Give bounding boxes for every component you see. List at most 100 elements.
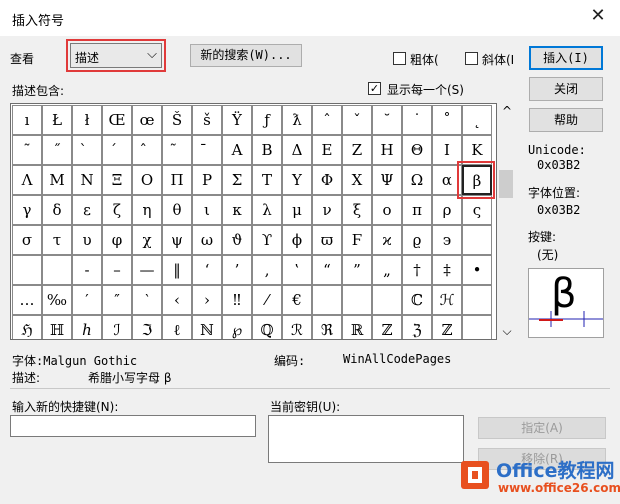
symbol-cell[interactable]: ϶: [432, 225, 462, 255]
symbol-cell[interactable]: Ο: [132, 165, 162, 195]
italic-checkbox[interactable]: [465, 52, 478, 65]
symbol-cell[interactable]: [42, 255, 72, 285]
symbol-cell[interactable]: Œ: [102, 105, 132, 135]
insert-button[interactable]: 插入(I): [529, 46, 603, 70]
show-each-checkbox[interactable]: ✓: [368, 82, 381, 95]
symbol-cell[interactable]: ›: [192, 285, 222, 315]
symbol-cell[interactable]: œ: [132, 105, 162, 135]
symbol-cell[interactable]: ́: [102, 135, 132, 165]
symbol-cell[interactable]: σ: [12, 225, 42, 255]
symbol-cell[interactable]: Ν: [72, 165, 102, 195]
symbol-cell[interactable]: ‵: [132, 285, 162, 315]
symbol-cell[interactable]: ℤ: [432, 315, 462, 339]
symbol-cell[interactable]: ℝ: [342, 315, 372, 339]
symbol-cell[interactable]: ξ: [342, 195, 372, 225]
symbol-cell[interactable]: ν: [312, 195, 342, 225]
symbol-cell[interactable]: Ϝ: [342, 225, 372, 255]
symbol-cell[interactable]: Ψ: [372, 165, 402, 195]
symbol-cell[interactable]: Ξ: [102, 165, 132, 195]
symbol-cell[interactable]: [12, 255, 42, 285]
symbol-cell[interactable]: ℎ: [72, 315, 102, 339]
symbol-cell[interactable]: ƛ: [282, 105, 312, 135]
symbol-cell[interactable]: ℂ: [402, 285, 432, 315]
symbol-cell[interactable]: π: [402, 195, 432, 225]
symbol-cell[interactable]: ϱ: [402, 225, 432, 255]
symbol-cell[interactable]: •: [462, 255, 492, 285]
symbol-cell[interactable]: υ: [72, 225, 102, 255]
symbol-cell[interactable]: ϕ: [282, 225, 312, 255]
symbol-cell[interactable]: ̂: [132, 135, 162, 165]
symbol-cell[interactable]: ϑ: [222, 225, 252, 255]
symbol-cell[interactable]: —: [132, 255, 162, 285]
symbol-cell[interactable]: δ: [42, 195, 72, 225]
symbol-cell[interactable]: ℚ: [252, 315, 282, 339]
symbol-cell[interactable]: [372, 285, 402, 315]
symbol-cell[interactable]: ℍ: [42, 315, 72, 339]
bold-checkbox[interactable]: [393, 52, 406, 65]
scroll-down-icon[interactable]: ⌵: [500, 324, 514, 339]
symbol-cell[interactable]: Τ: [252, 165, 282, 195]
symbol-cell[interactable]: ℕ: [192, 315, 222, 339]
symbol-cell[interactable]: ς: [462, 195, 492, 225]
symbol-cell[interactable]: Ÿ: [222, 105, 252, 135]
symbol-cell[interactable]: ω: [192, 225, 222, 255]
symbol-cell[interactable]: ℑ: [132, 315, 162, 339]
symbol-cell[interactable]: †: [402, 255, 432, 285]
symbol-cell[interactable]: Β: [252, 135, 282, 165]
scrollbar-thumb[interactable]: [499, 170, 513, 198]
scroll-up-icon[interactable]: ^: [500, 104, 514, 118]
symbol-cell[interactable]: Υ: [282, 165, 312, 195]
symbol-cell[interactable]: [312, 285, 342, 315]
symbol-cell[interactable]: š: [192, 105, 222, 135]
symbol-cell[interactable]: ̀: [72, 135, 102, 165]
symbol-cell[interactable]: ”: [342, 255, 372, 285]
symbol-cell[interactable]: γ: [12, 195, 42, 225]
symbol-cell[interactable]: ‰: [42, 285, 72, 315]
symbol-cell[interactable]: ℘: [222, 315, 252, 339]
symbol-cell[interactable]: θ: [162, 195, 192, 225]
close-button[interactable]: 关闭: [529, 77, 603, 101]
symbol-cell[interactable]: [462, 285, 492, 315]
symbol-cell[interactable]: ℋ: [432, 285, 462, 315]
symbol-cell[interactable]: ˆ: [312, 105, 342, 135]
symbol-cell[interactable]: ‡: [432, 255, 462, 285]
symbol-cell[interactable]: η: [132, 195, 162, 225]
symbol-cell[interactable]: ℜ: [312, 315, 342, 339]
symbol-cell[interactable]: ℌ: [12, 315, 42, 339]
symbol-cell[interactable]: ℨ: [402, 315, 432, 339]
symbol-cell[interactable]: ℓ: [162, 315, 192, 339]
new-shortcut-input[interactable]: [10, 415, 256, 437]
symbol-cell[interactable]: ̄: [192, 135, 222, 165]
assign-button[interactable]: 指定(A): [478, 417, 606, 439]
symbol-cell[interactable]: ℤ: [372, 315, 402, 339]
symbol-cell[interactable]: [462, 225, 492, 255]
symbol-cell[interactable]: [342, 285, 372, 315]
symbol-cell[interactable]: ψ: [162, 225, 192, 255]
symbol-cell[interactable]: Μ: [42, 165, 72, 195]
symbol-cell[interactable]: φ: [102, 225, 132, 255]
symbol-cell[interactable]: ˛: [462, 105, 492, 135]
symbol-cell[interactable]: ı: [12, 105, 42, 135]
symbol-cell[interactable]: Σ: [222, 165, 252, 195]
symbol-cell[interactable]: “: [312, 255, 342, 285]
symbol-cell[interactable]: ‘: [192, 255, 222, 285]
symbol-cell[interactable]: Ω: [402, 165, 432, 195]
symbol-cell[interactable]: ‚: [252, 255, 282, 285]
symbol-cell[interactable]: Š: [162, 105, 192, 135]
symbol-cell[interactable]: ˜: [12, 135, 42, 165]
symbol-cell[interactable]: ł: [72, 105, 102, 135]
symbol-cell[interactable]: ˙: [402, 105, 432, 135]
close-icon[interactable]: ✕: [588, 6, 608, 26]
symbol-cell[interactable]: τ: [42, 225, 72, 255]
symbol-cell[interactable]: Χ: [342, 165, 372, 195]
symbol-cell[interactable]: ƒ: [252, 105, 282, 135]
symbol-cell[interactable]: ⁄: [252, 285, 282, 315]
symbol-cell[interactable]: [462, 315, 492, 339]
symbol-cell[interactable]: ′: [72, 285, 102, 315]
symbol-cell[interactable]: ‑: [72, 255, 102, 285]
symbol-cell[interactable]: Ζ: [342, 135, 372, 165]
symbol-cell[interactable]: ε: [72, 195, 102, 225]
symbol-cell[interactable]: …: [12, 285, 42, 315]
symbol-cell[interactable]: Π: [162, 165, 192, 195]
symbol-cell[interactable]: ℐ: [102, 315, 132, 339]
